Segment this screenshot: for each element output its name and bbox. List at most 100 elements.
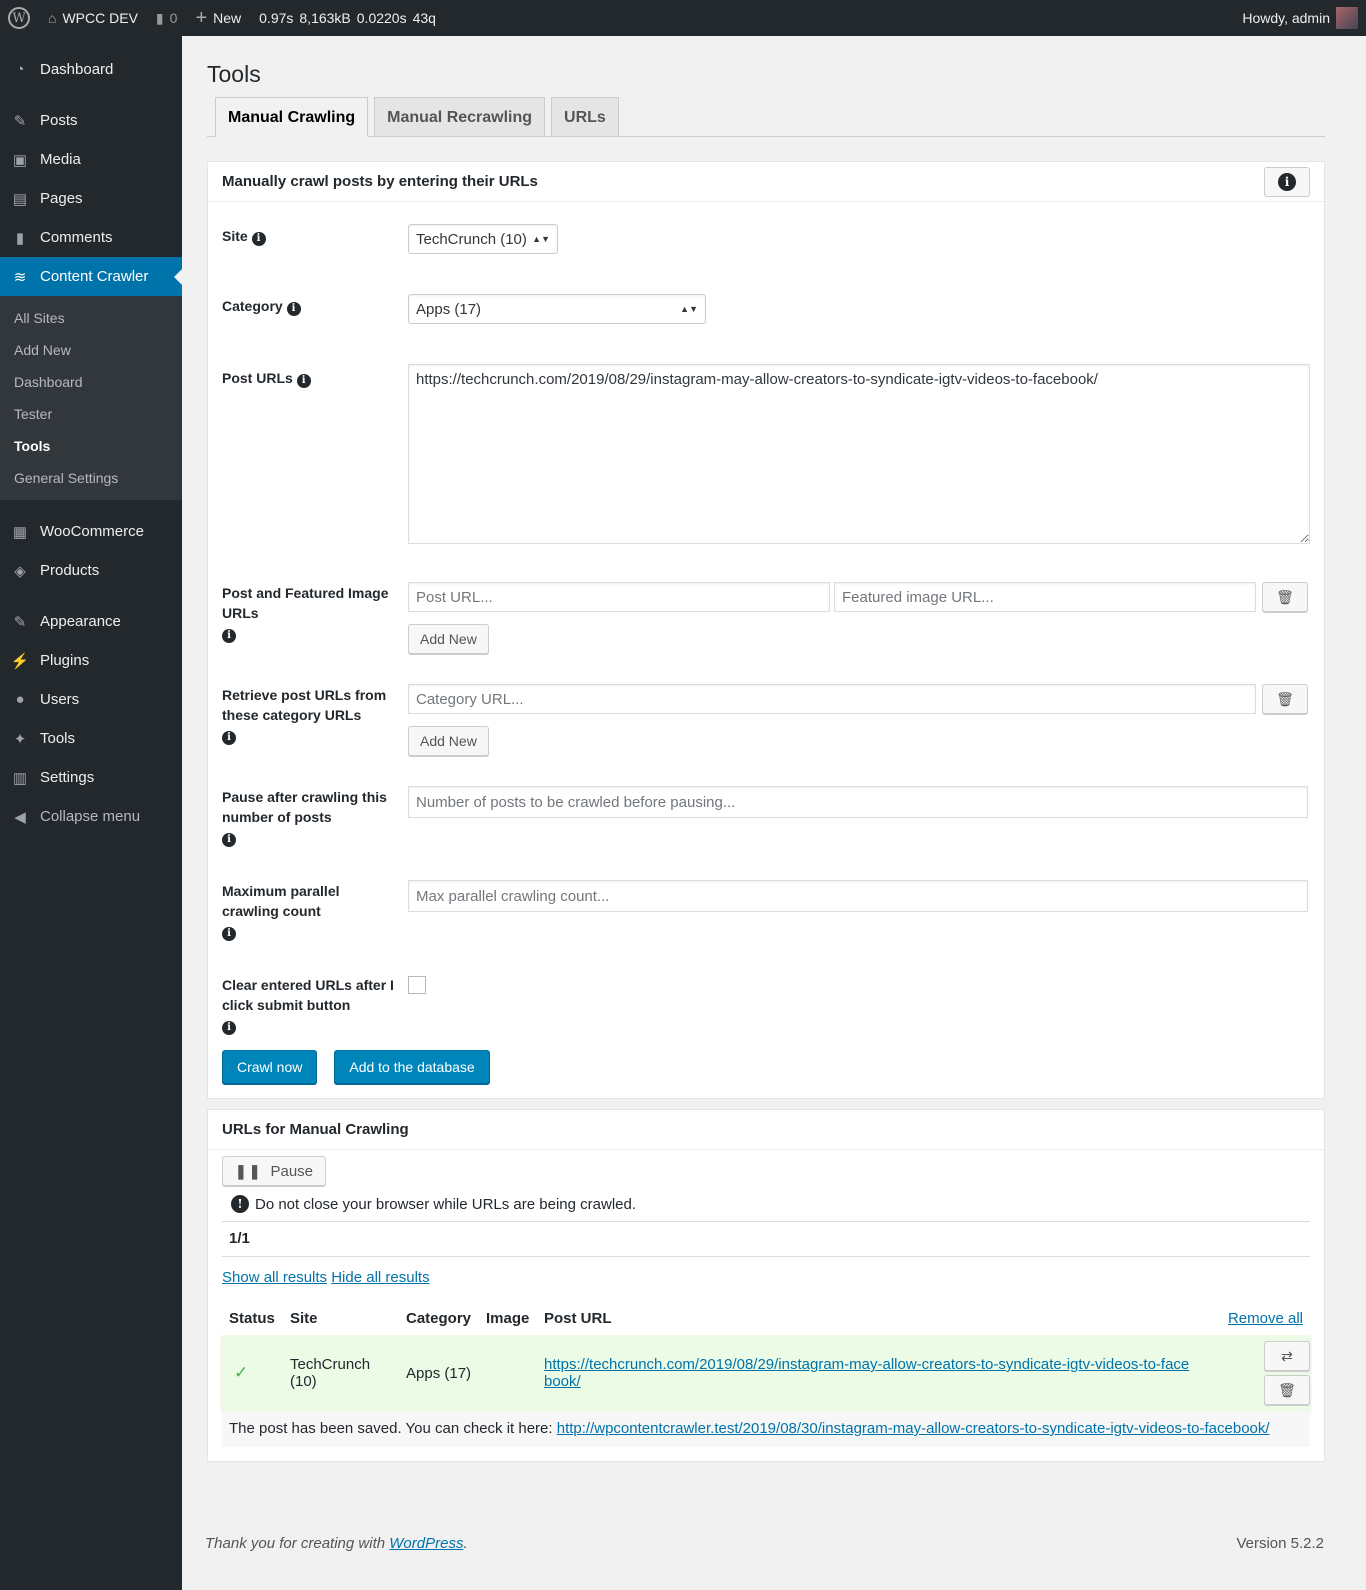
users-icon: ● [15, 691, 25, 708]
hide-all-results-link[interactable]: Hide all results [331, 1269, 429, 1286]
clear-urls-checkbox[interactable] [408, 976, 426, 994]
col-site: Site [290, 1310, 318, 1327]
post-urls-textarea[interactable]: https://techcrunch.com/2019/08/29/instag… [408, 364, 1310, 544]
plugins-icon: ⚡ [10, 652, 30, 670]
tab-urls[interactable]: URLs [551, 97, 619, 137]
sidebar-item-woocommerce[interactable]: ▦ WooCommerce [0, 512, 182, 551]
footer: Thank you for creating with WordPress. V… [205, 1535, 1324, 1552]
sidebar-item-collapse-menu[interactable]: ◀ Collapse menu [0, 797, 182, 836]
crawl-now-button[interactable]: Crawl now [222, 1050, 318, 1084]
pfi-label: Post and Featured Image URLs [222, 585, 389, 621]
clear-urls-label: Clear entered URLs after I click submit … [222, 977, 394, 1013]
my-account[interactable]: Howdy, admin [1233, 0, 1366, 36]
max-parallel-input[interactable] [408, 880, 1308, 912]
submenu-item-tester[interactable]: Tester [0, 398, 182, 430]
new-content-link[interactable]: + New [186, 0, 250, 36]
panel-title: Manually crawl posts by entering their U… [222, 173, 538, 190]
pause-count-input[interactable] [408, 786, 1308, 818]
sidebar-item-dashboard[interactable]: ◔ Dashboard [0, 50, 182, 89]
sidebar-item-posts[interactable]: ✎ Posts [0, 101, 182, 140]
page-title: Tools [207, 61, 261, 87]
submenu-item-add-new[interactable]: Add New [0, 334, 182, 366]
info-icon[interactable]: i [251, 232, 266, 246]
cat-urls-label: Retrieve post URLs from these category U… [222, 687, 387, 723]
sidebar-item-label: Products [40, 562, 100, 579]
row-image [479, 1335, 537, 1411]
col-post-url: Post URL [544, 1310, 612, 1327]
col-category: Category [406, 1310, 472, 1327]
category-url-input[interactable] [408, 684, 1256, 714]
info-icon[interactable]: i [222, 1021, 236, 1035]
sidebar-item-appearance[interactable]: ✎ Appearance [0, 602, 182, 641]
max-parallel-label: Maximum parallel crawling count [222, 883, 340, 919]
site-name-link[interactable]: ⌂ WPCC DEV [39, 0, 147, 36]
add-new-button[interactable]: Add New [408, 726, 489, 756]
category-label: Category [222, 298, 283, 314]
plus-icon: + [195, 6, 208, 29]
sidebar-item-pages[interactable]: ▤ Pages [0, 179, 182, 218]
featured-image-url-input[interactable] [834, 582, 1256, 612]
info-icon[interactable]: i [222, 731, 236, 745]
comments-link[interactable]: ▮ 0 [147, 0, 187, 36]
sidebar-item-comments[interactable]: ▮ Comments [0, 218, 182, 257]
tab-manual-crawling[interactable]: Manual Crawling [215, 97, 369, 137]
sidebar-item-products[interactable]: ◈ Products [0, 551, 182, 590]
info-button[interactable]: i [1264, 166, 1310, 197]
info-icon[interactable]: i [286, 302, 301, 316]
sidebar-item-content-crawler[interactable]: ≋ Content Crawler [0, 257, 182, 296]
delete-row-button[interactable]: 🗑 [1264, 1375, 1310, 1405]
settings-icon: ▥ [12, 769, 28, 787]
manual-crawl-panel: Manually crawl posts by entering their U… [207, 161, 1325, 1099]
tab-manual-recrawling[interactable]: Manual Recrawling [374, 97, 546, 137]
add-to-database-button[interactable]: Add to the database [334, 1050, 490, 1084]
wordpress-link[interactable]: WordPress [389, 1535, 463, 1552]
add-new-button[interactable]: Add New [408, 624, 489, 654]
results-table: Status Site Category Image Post URL Remove al… [222, 1302, 1310, 1447]
delete-button[interactable]: 🗑 [1262, 684, 1308, 714]
pin-icon: ✎ [13, 112, 27, 130]
sidebar-item-tools[interactable]: ✦ Tools [0, 719, 182, 758]
admin-bar: W ⌂ WPCC DEV ▮ 0 + New 0.97s 8,163kB 0.0220s 4… [0, 0, 1366, 36]
admin-sidebar: ◔ Dashboard ✎ Posts ▣ Media ▤ Pages ▮ Comments ≋ Co… [0, 36, 182, 1590]
select-arrows-icon: ▲▼ [680, 304, 698, 314]
submenu-item-dashboard[interactable]: Dashboard [0, 366, 182, 398]
dashboard-icon: ◔ [15, 61, 25, 78]
category-select[interactable]: Apps (17) ▲▼ [408, 294, 706, 324]
info-icon[interactable]: i [222, 629, 236, 643]
info-icon[interactable]: i [296, 374, 311, 388]
products-icon: ◈ [14, 562, 26, 580]
delete-button[interactable]: 🗑 [1262, 582, 1308, 612]
sidebar-item-label: Collapse menu [40, 808, 141, 825]
submenu-item-all-sites[interactable]: All Sites [0, 302, 182, 334]
repeat-icon: ⇄ [1281, 1347, 1293, 1364]
col-image: Image [486, 1310, 530, 1327]
sidebar-item-label: Users [40, 691, 80, 708]
pause-label: Pause after crawling this number of post… [222, 789, 387, 825]
submenu-item-general-settings[interactable]: General Settings [0, 462, 182, 494]
info-icon[interactable]: i [222, 833, 236, 847]
saved-post-link[interactable]: http://wpcontentcrawler.test/2019/08/30/… [557, 1420, 1270, 1437]
site-select[interactable]: TechCrunch (10) ▲▼ [408, 224, 558, 254]
sidebar-item-label: WooCommerce [40, 523, 144, 540]
query-monitor[interactable]: 0.97s 8,163kB 0.0220s 43q [250, 0, 445, 36]
show-all-results-link[interactable]: Show all results [222, 1269, 327, 1286]
submenu-item-tools[interactable]: Tools [0, 430, 182, 462]
post-url-input[interactable] [408, 582, 830, 612]
sidebar-item-settings[interactable]: ▥ Settings [0, 758, 182, 797]
sidebar-item-plugins[interactable]: ⚡ Plugins [0, 641, 182, 680]
content-crawler-submenu: All Sites Add New Dashboard Tester Tools Gene… [0, 296, 182, 500]
remove-all-link[interactable]: Remove all [1228, 1310, 1303, 1327]
media-icon: ▣ [12, 151, 28, 169]
recrawl-button[interactable]: ⇄ [1264, 1341, 1310, 1371]
sidebar-item-label: Media [40, 151, 81, 168]
table-row: ✓ TechCrunch (10) Apps (17) https://tech… [222, 1335, 1310, 1411]
row-post-url-link[interactable]: https://techcrunch.com/2019/08/29/instag… [544, 1356, 1189, 1390]
wordpress-logo-icon[interactable]: W [0, 0, 39, 36]
row-site: TechCrunch (10) [290, 1356, 371, 1390]
collapse-menu-icon: ◀ [14, 808, 26, 826]
sidebar-item-media[interactable]: ▣ Media [0, 140, 182, 179]
sidebar-item-label: Tools [40, 730, 76, 747]
pause-button[interactable]: ❚❚ Pause [222, 1156, 327, 1186]
info-icon[interactable]: i [222, 927, 236, 941]
sidebar-item-users[interactable]: ● Users [0, 680, 182, 719]
